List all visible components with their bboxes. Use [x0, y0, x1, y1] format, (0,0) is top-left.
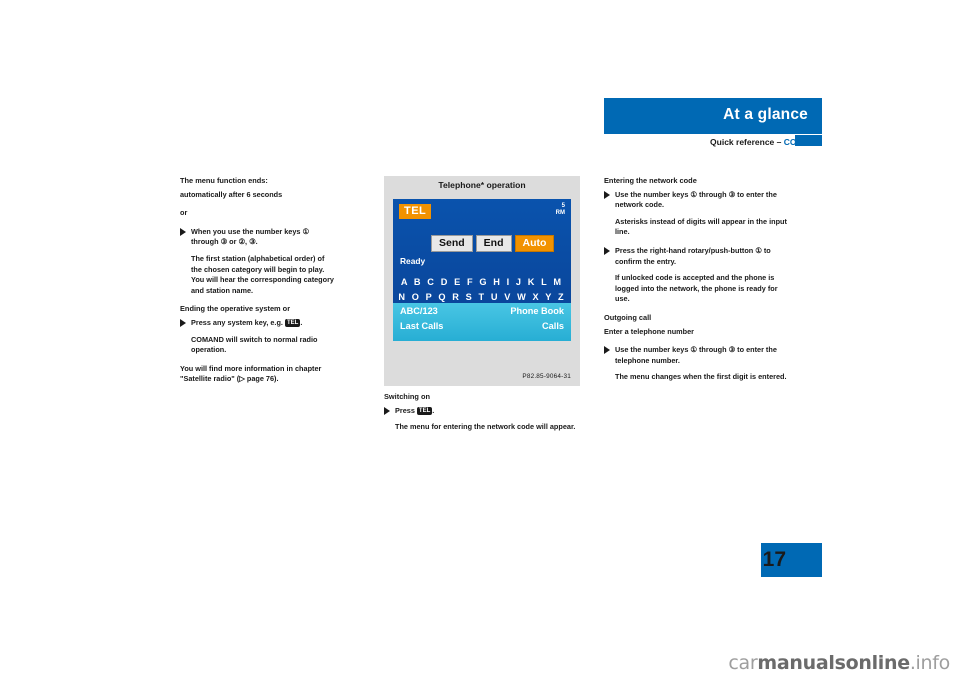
alphabet-grid: A B C D E F G H I J K L M N O P Q R S T …	[393, 275, 571, 305]
header-subtitle-black: Quick reference –	[710, 137, 784, 147]
screen-bottom-bar: ABC/123 Phone Book Last Calls Calls	[393, 303, 571, 341]
column-middle-text: Switching on Press TEL. The menu for ent…	[384, 392, 580, 441]
col1-heading-1: The menu function ends:	[180, 176, 268, 185]
page-title: At a glance	[723, 106, 808, 123]
header-tab-marker	[795, 135, 822, 146]
col3-bullet-2-text: Press the right-hand rotary/push-button …	[615, 245, 771, 266]
col1-para-3: You will find more information in chapte…	[180, 363, 322, 384]
roaming-label: RM	[555, 210, 565, 216]
col3-bullet-1-text: Use the number keys ① through ③ to enter…	[615, 189, 777, 210]
col3-heading-2: Outgoing call	[604, 312, 652, 322]
bullet-arrow-icon	[180, 227, 186, 236]
col1-indent-2: COMAND will switch to normal radio opera…	[191, 334, 318, 355]
col3-bullet-3: Use the number keys ① through ③ to enter…	[604, 345, 790, 366]
col1-bullet-1-text: When you use the number keys ① through ③…	[191, 226, 310, 247]
watermark-part-2: manualsonline	[757, 652, 910, 674]
bullet-arrow-icon	[604, 190, 610, 199]
comand-screen: TEL 5 RM Send End Auto Ready A B C D E F…	[393, 199, 571, 341]
tel-mode-badge: TEL	[399, 204, 432, 219]
bullet-arrow-icon	[180, 318, 186, 327]
bullet-arrow-icon	[604, 246, 610, 255]
column-right: Entering the network code Use the number…	[604, 176, 790, 391]
tel-key-glyph: TEL	[284, 318, 301, 327]
column-left: The menu function ends: automatically af…	[180, 176, 335, 393]
softkey-end[interactable]: End	[475, 235, 512, 252]
col2-indent-1: The menu for entering the network code w…	[395, 422, 576, 432]
col1-bullet-2-text: Press any system key, e.g.	[191, 317, 283, 327]
footer-watermark: carmanualsonline.info	[728, 652, 950, 674]
screen-status-text: Ready	[400, 256, 426, 266]
col2-heading-1: Switching on	[384, 392, 430, 401]
header-subtitle: Quick reference – COMAND	[604, 137, 822, 147]
bottom-left-last-calls[interactable]: Last Calls	[400, 321, 443, 331]
col3-indent-2: If unlocked code is accepted and the pho…	[615, 273, 778, 304]
col1-heading-2: Ending the operative system or	[180, 304, 291, 314]
figure-telephone-operation: Telephone* operation TEL 5 RM Send End A…	[384, 176, 580, 386]
header-bar: At a glance	[604, 98, 822, 134]
col3-subheading-1: Enter a telephone number	[604, 326, 695, 336]
figure-code: P82.85-9064-31	[522, 373, 571, 380]
watermark-part-3: .info	[909, 652, 950, 674]
bottom-left-abc123[interactable]: ABC/123	[400, 306, 438, 316]
col3-heading-1: Entering the network code	[604, 176, 697, 185]
bottom-row-2: Last Calls Calls	[400, 321, 564, 331]
tel-key-glyph: TEL	[416, 406, 433, 415]
bottom-right-calls[interactable]: Calls	[542, 321, 564, 331]
col3-bullet-2: Press the right-hand rotary/push-button …	[604, 246, 790, 267]
col3-bullet-1: Use the number keys ① through ③ to enter…	[604, 190, 790, 211]
bullet-arrow-icon	[604, 346, 610, 355]
bottom-row-1: ABC/123 Phone Book	[400, 306, 564, 316]
col1-indent-1: The first station (alphabetical order) o…	[191, 253, 334, 295]
softkey-auto[interactable]: Auto	[514, 235, 555, 252]
col1-bullet-1: When you use the number keys ① through ③…	[180, 227, 335, 248]
softkey-send[interactable]: Send	[431, 235, 473, 252]
page-canvas: At a glance Quick reference – COMAND The…	[0, 0, 960, 678]
col3-indent-1: Asterisks instead of digits will appear …	[615, 216, 787, 237]
col1-bullet-2: Press any system key, e.g. TEL.	[180, 318, 335, 329]
softkey-row: Send End Auto	[431, 235, 555, 252]
signal-strength-value: 5	[561, 203, 565, 209]
bullet-arrow-icon	[384, 406, 390, 415]
col2-bullet-1: Press TEL.	[384, 406, 580, 417]
col1-para-2: or	[180, 208, 188, 218]
alphabet-row-1: A B C D E F G H I J K L M	[400, 277, 564, 287]
watermark-part-1: car	[728, 652, 758, 674]
signal-indicator: 5 RM	[556, 203, 565, 217]
page-number: 17	[762, 548, 786, 571]
col1-para-1: automatically after 6 seconds	[180, 189, 283, 199]
col3-bullet-3-text: Use the number keys ① through ③ to enter…	[615, 345, 777, 365]
col2-bullet-1-text: Press	[395, 405, 415, 415]
figure-title: Telephone* operation	[438, 180, 526, 190]
bottom-right-phone-book[interactable]: Phone Book	[510, 306, 564, 316]
col3-indent-3: The menu changes when the first digit is…	[615, 372, 787, 382]
